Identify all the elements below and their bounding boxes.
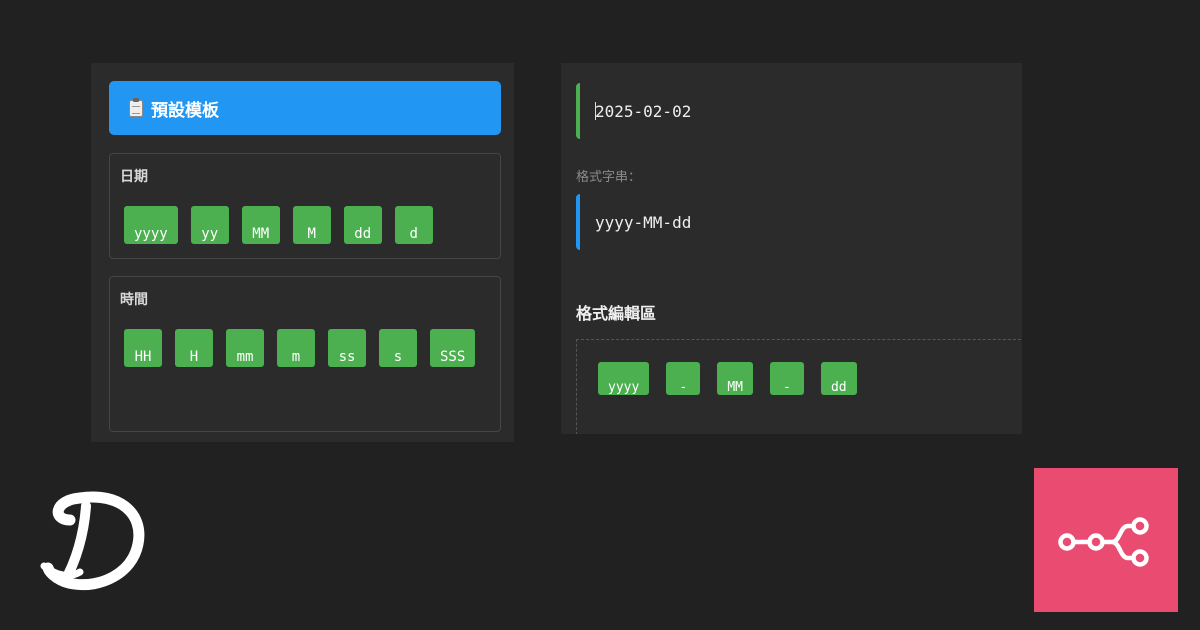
n8n-logo-icon: [1034, 468, 1178, 612]
token-chip-m[interactable]: m: [277, 329, 315, 367]
date-token-group: 日期 yyyy yy MM M dd d: [109, 153, 501, 259]
clipboard-icon: [129, 97, 143, 117]
token-chip-d[interactable]: d: [394, 206, 433, 244]
token-chip-ss[interactable]: ss: [328, 329, 366, 367]
dev-d-logo: [40, 491, 145, 591]
format-string-label: 格式字串：: [576, 170, 642, 185]
token-chip-yyyy[interactable]: yyyy: [124, 206, 178, 244]
format-string-input[interactable]: yyyy-MM-dd: [576, 194, 1022, 250]
format-panel: 2025-02-02 格式字串： yyyy-MM-dd 格式編輯區 yyyy -…: [561, 63, 1022, 434]
token-chip-mm[interactable]: mm: [226, 329, 264, 367]
token-chip-SSS[interactable]: SSS: [430, 329, 476, 367]
editor-chip-separator[interactable]: -: [666, 362, 701, 395]
workflow-nodes-icon: [1058, 517, 1149, 567]
preset-panel: 預設模板 日期 yyyy yy MM M dd d 時間 HH H mm m s…: [91, 63, 514, 442]
token-chip-HH[interactable]: HH: [124, 329, 162, 367]
time-group-label: 時間: [120, 292, 148, 308]
editor-chip-MM[interactable]: MM: [717, 362, 753, 395]
preset-templates-title: 預設模板: [151, 100, 219, 121]
preset-templates-header[interactable]: 預設模板: [109, 81, 501, 135]
token-chip-M[interactable]: M: [292, 206, 331, 244]
format-editor-title: 格式編輯區: [576, 304, 657, 323]
result-output[interactable]: 2025-02-02: [576, 83, 1022, 139]
time-token-group: 時間 HH H mm m ss s SSS: [109, 276, 501, 432]
editor-chip-yyyy[interactable]: yyyy: [598, 362, 650, 395]
token-chip-dd[interactable]: dd: [343, 206, 382, 244]
editor-chip-separator[interactable]: -: [769, 362, 804, 395]
format-string-value: yyyy-MM-dd: [595, 212, 692, 232]
date-group-label: 日期: [120, 169, 148, 185]
format-editor-dropzone[interactable]: yyyy - MM - dd: [576, 339, 1022, 434]
token-chip-yy[interactable]: yy: [190, 206, 229, 244]
result-value: 2025-02-02: [595, 101, 692, 121]
token-chip-MM[interactable]: MM: [241, 206, 280, 244]
token-chip-s[interactable]: s: [379, 329, 417, 367]
editor-chip-dd[interactable]: dd: [820, 362, 857, 395]
token-chip-H[interactable]: H: [175, 329, 213, 367]
